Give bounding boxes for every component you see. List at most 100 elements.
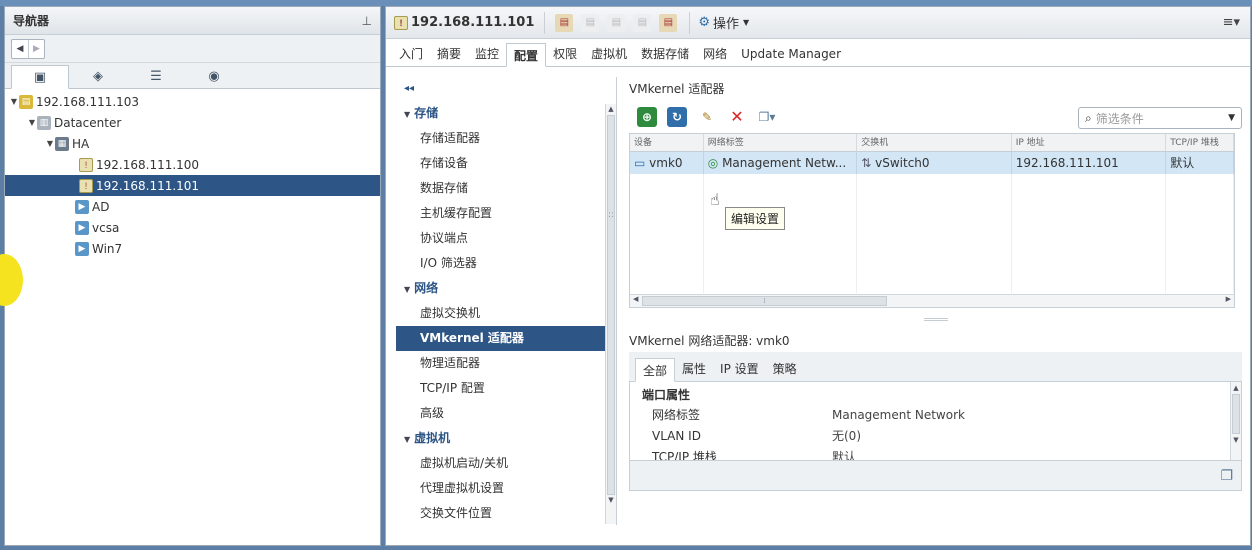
cluster-icon: ▦: [55, 136, 69, 151]
vm-icon: ▶: [75, 220, 89, 235]
grid-hscrollbar[interactable]: ◀ ⁞ ▶: [630, 294, 1234, 307]
tree-node-host[interactable]: ! 192.168.111.100: [5, 154, 380, 175]
tab-policies[interactable]: 策略: [766, 357, 804, 381]
tree-node-vcenter[interactable]: ▼ ▤ 192.168.111.103: [5, 91, 380, 112]
column-ip[interactable]: IP 地址: [1012, 134, 1167, 151]
scrollbar-thumb[interactable]: ⁞: [642, 296, 887, 306]
scroll-right-icon[interactable]: ▶: [1226, 295, 1231, 303]
config-item[interactable]: 虚拟交换机: [396, 301, 616, 326]
caret-down-icon: ▼: [404, 110, 411, 119]
back-icon[interactable]: ◀: [12, 40, 28, 58]
actions-menu[interactable]: ⚙ 操作 ▼: [689, 11, 750, 34]
tree-node-cluster[interactable]: ▼ ▦ HA: [5, 133, 380, 154]
column-device[interactable]: 设备: [630, 134, 704, 151]
collapse-sidebar-icon[interactable]: ◂◂: [396, 77, 616, 101]
tree-node-host-selected[interactable]: ! 192.168.111.101: [5, 175, 380, 196]
details-scrollbar[interactable]: ▲ ▼: [1230, 382, 1241, 460]
panel-splitter[interactable]: [629, 308, 1242, 330]
column-network-label[interactable]: 网络标签: [704, 134, 858, 151]
expand-icon[interactable]: ▼: [45, 139, 55, 148]
category-network[interactable]: ▼ 网络: [396, 276, 616, 301]
chevron-down-icon[interactable]: ▼: [1228, 113, 1235, 123]
forward-icon[interactable]: ▶: [28, 39, 44, 58]
expand-icon[interactable]: ▼: [9, 97, 19, 106]
history-buttons: ◀ ▶: [11, 38, 45, 59]
navigator-header: 导航器 ⊥: [5, 7, 380, 35]
pin-icon[interactable]: ⊥: [362, 14, 372, 28]
scroll-down-icon[interactable]: ▼: [1231, 434, 1241, 446]
table-row[interactable]: ▭ vmk0 ◎ Management Netw... ⇅ vSwitch0 1…: [630, 152, 1234, 174]
new-vm-icon[interactable]: ▤: [659, 13, 678, 32]
config-item[interactable]: TCP/IP 配置: [396, 376, 616, 401]
config-item[interactable]: 交换文件位置: [396, 501, 616, 526]
grid-columns: [630, 174, 1234, 293]
tab-update-manager[interactable]: Update Manager: [734, 42, 848, 66]
tab-properties[interactable]: 属性: [675, 357, 713, 381]
config-item[interactable]: 存储设备: [396, 151, 616, 176]
tree-node-vm[interactable]: ▶ vcsa: [5, 217, 380, 238]
tab-getting-started[interactable]: 入门: [392, 42, 430, 66]
config-item[interactable]: 代理虚拟机设置: [396, 476, 616, 501]
category-storage[interactable]: ▼ 存储: [396, 101, 616, 126]
hand-cursor-icon: ☝: [710, 190, 720, 209]
tree-node-label: AD: [92, 199, 110, 214]
filter-input[interactable]: ⌕ 筛选条件 ▼: [1078, 107, 1242, 129]
column-tcpip[interactable]: TCP/IP 堆栈: [1166, 134, 1234, 151]
scrollbar-thumb[interactable]: [1232, 394, 1240, 434]
scroll-up-icon[interactable]: ▲: [1231, 382, 1241, 394]
scroll-down-icon[interactable]: ▼: [606, 495, 616, 506]
config-item[interactable]: 主机缓存配置: [396, 201, 616, 226]
add-network-icon[interactable]: ⊕: [637, 107, 657, 127]
tree-node-vm[interactable]: ▶ Win7: [5, 238, 380, 259]
scrollbar-thumb[interactable]: [607, 115, 615, 495]
add-host-icon[interactable]: ▤: [555, 13, 574, 32]
column-switch[interactable]: 交换机: [857, 134, 1012, 151]
category-label: 存储: [414, 106, 439, 120]
config-item[interactable]: 高级: [396, 401, 616, 426]
scroll-up-icon[interactable]: ▲: [606, 104, 616, 115]
cell-ip: 192.168.111.101: [1012, 152, 1167, 174]
nic-icon: ▭: [634, 156, 646, 170]
tab-monitor[interactable]: 监控: [468, 42, 506, 66]
config-item[interactable]: 存储适配器: [396, 126, 616, 151]
tree-node-datacenter[interactable]: ▼ ▥ Datacenter: [5, 112, 380, 133]
tab-ip-settings[interactable]: IP 设置: [713, 357, 766, 381]
expand-icon[interactable]: ▼: [27, 118, 37, 127]
host-warning-icon: !: [394, 15, 408, 30]
tab-datastores[interactable]: 数据存储: [634, 42, 696, 66]
config-item[interactable]: 协议端点: [396, 226, 616, 251]
edit-pencil-icon[interactable]: ✎: [697, 107, 717, 127]
splitter-grip-icon[interactable]: ::: [608, 210, 614, 220]
tree-node-vm[interactable]: ▶ AD: [5, 196, 380, 217]
copy-menu-icon[interactable]: ❐▾: [757, 107, 777, 127]
navigator-tabs: ▣ ◈ ☰ ◉: [5, 63, 380, 89]
vms-templates-tab-icon[interactable]: ◈: [69, 64, 127, 88]
config-item[interactable]: I/O 筛选器: [396, 251, 616, 276]
tab-all[interactable]: 全部: [635, 358, 676, 382]
config-item[interactable]: 数据存储: [396, 176, 616, 201]
tab-configure[interactable]: 配置: [506, 43, 547, 67]
chevron-down-icon: ▼: [743, 18, 750, 27]
scroll-left-icon[interactable]: ◀: [633, 295, 638, 303]
menu-icon[interactable]: ≡▾: [1223, 15, 1240, 30]
navigator-panel: 导航器 ⊥ ◀ ▶ ▣ ◈ ☰ ◉ ▼ ▤ 192.168.111.103 ▼ …: [0, 6, 381, 546]
property-row: 网络标签 Management Network: [630, 404, 1241, 425]
refresh-icon[interactable]: ↻: [667, 107, 687, 127]
config-item-vmkernel-selected[interactable]: VMkernel 适配器: [396, 326, 616, 351]
tab-summary[interactable]: 摘要: [430, 42, 468, 66]
property-row: VLAN ID 无(0): [630, 425, 1241, 446]
tab-vms[interactable]: 虚拟机: [584, 42, 634, 66]
copy-icon[interactable]: ❐: [1220, 468, 1233, 484]
category-vm[interactable]: ▼ 虚拟机: [396, 426, 616, 451]
config-item[interactable]: 物理适配器: [396, 351, 616, 376]
network-tab-icon[interactable]: ◉: [185, 64, 243, 88]
storage-tab-icon[interactable]: ☰: [127, 64, 185, 88]
sidebar-scrollbar[interactable]: ▲ ▼: [605, 104, 616, 524]
tab-networks[interactable]: 网络: [696, 42, 734, 66]
hosts-clusters-tab-icon[interactable]: ▣: [11, 65, 69, 89]
splitter-grip-icon[interactable]: [923, 317, 948, 321]
remove-icon[interactable]: ✕: [727, 107, 747, 127]
config-item[interactable]: 虚拟机启动/关机: [396, 451, 616, 476]
tree-node-label: HA: [72, 136, 90, 151]
tab-permissions[interactable]: 权限: [546, 42, 584, 66]
